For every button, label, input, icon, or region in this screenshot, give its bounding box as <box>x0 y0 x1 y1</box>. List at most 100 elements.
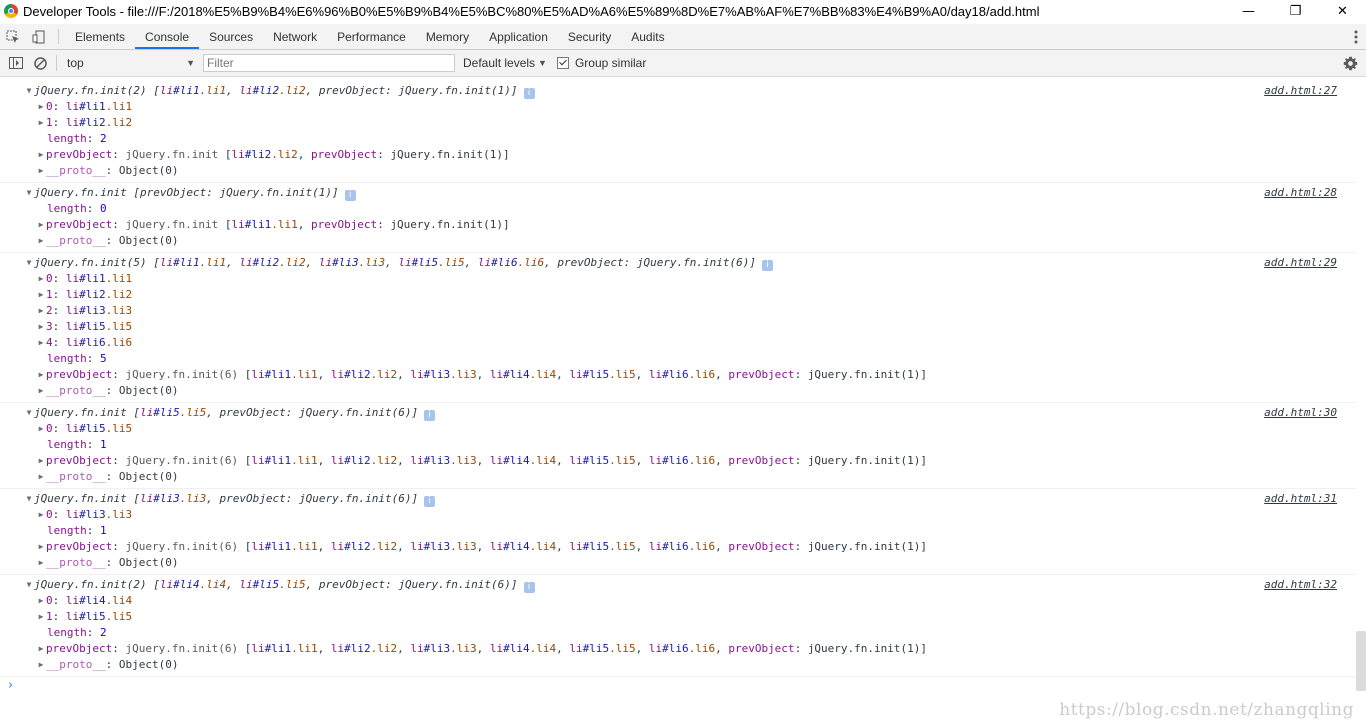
expand-triangle-icon[interactable]: ▶ <box>36 469 46 485</box>
info-icon[interactable]: i <box>523 582 535 593</box>
expand-triangle-icon[interactable]: ▶ <box>36 335 46 351</box>
info-icon[interactable]: i <box>523 88 535 99</box>
source-link[interactable]: add.html:30 <box>1264 405 1337 421</box>
property-row[interactable]: ▶ __proto__: Object(0) <box>0 383 1356 399</box>
source-link[interactable]: add.html:32 <box>1264 577 1337 593</box>
property-row[interactable]: ▶ 0: li#li5.li5 <box>0 421 1356 437</box>
kebab-menu-icon[interactable] <box>1354 24 1358 49</box>
info-icon[interactable]: i <box>424 496 436 507</box>
expand-triangle-icon[interactable]: ▶ <box>36 217 46 233</box>
context-selector[interactable]: top ▼ <box>63 53 199 73</box>
expand-triangle-icon[interactable]: ▶ <box>36 383 46 399</box>
tab-audits[interactable]: Audits <box>621 24 674 49</box>
expand-triangle-icon[interactable]: ▶ <box>36 303 46 319</box>
property-row[interactable]: ▶ __proto__: Object(0) <box>0 555 1356 571</box>
expand-triangle-icon[interactable]: ▶ <box>36 147 46 163</box>
group-similar-checkbox[interactable] <box>556 57 569 69</box>
console-sidebar-icon[interactable] <box>4 50 28 76</box>
property-row[interactable]: ▶ 1: li#li5.li5 <box>0 609 1356 625</box>
minimize-button[interactable]: — <box>1225 0 1272 22</box>
expand-triangle-icon[interactable]: ▼ <box>24 405 34 421</box>
expand-triangle-icon[interactable]: ▶ <box>36 163 46 179</box>
property-row[interactable]: ▶ prevObject: jQuery.fn.init(6) [li#li1.l… <box>0 539 1356 555</box>
tab-sources[interactable]: Sources <box>199 24 263 49</box>
property-row[interactable]: ▶ 0: li#li4.li4 <box>0 593 1356 609</box>
property-row[interactable]: ▶ 0: li#li3.li3 <box>0 507 1356 523</box>
expand-triangle-icon[interactable]: ▼ <box>24 255 34 271</box>
log-levels-dropdown[interactable]: Default levels ▼ <box>463 56 547 70</box>
property-value: jQuery.fn.init(6) [li#li1.li1, li#li2.li… <box>125 642 928 655</box>
expand-triangle-icon[interactable]: ▶ <box>36 609 46 625</box>
property-row[interactable]: ▶ __proto__: Object(0) <box>0 469 1356 485</box>
expand-triangle-icon[interactable]: ▶ <box>36 555 46 571</box>
source-link[interactable]: add.html:29 <box>1264 255 1337 271</box>
tab-security[interactable]: Security <box>558 24 621 49</box>
tab-network[interactable]: Network <box>263 24 327 49</box>
source-link[interactable]: add.html:31 <box>1264 491 1337 507</box>
expand-triangle-icon[interactable]: ▶ <box>36 287 46 303</box>
expand-triangle-icon[interactable]: ▼ <box>24 577 34 593</box>
source-link[interactable]: add.html:28 <box>1264 185 1337 201</box>
property-row[interactable]: ▶ 0: li#li1.li1 <box>0 99 1356 115</box>
group-similar-toggle[interactable]: Group similar <box>556 56 647 70</box>
tab-application[interactable]: Application <box>479 24 558 49</box>
property-key: prevObject <box>46 642 113 655</box>
message-header[interactable]: ▼ jQuery.fn.init(2) [li#li1.li1, li#li2.l… <box>0 83 1356 99</box>
console-prompt[interactable]: › <box>0 677 1356 695</box>
expand-triangle-icon[interactable]: ▶ <box>36 641 46 657</box>
property-row[interactable]: ▶ __proto__: Object(0) <box>0 233 1356 249</box>
property-row[interactable]: ▶ 2: li#li3.li3 <box>0 303 1356 319</box>
property-row[interactable]: ▶ 3: li#li5.li5 <box>0 319 1356 335</box>
message-header[interactable]: ▼ jQuery.fn.init(5) [li#li1.li1, li#li2.l… <box>0 255 1356 271</box>
tab-elements[interactable]: Elements <box>65 24 135 49</box>
info-icon[interactable]: i <box>762 260 774 271</box>
property-row[interactable]: ▶ __proto__: Object(0) <box>0 163 1356 179</box>
expand-triangle-icon[interactable]: ▼ <box>24 491 34 507</box>
expand-triangle-icon[interactable]: ▼ <box>24 185 34 201</box>
message-header[interactable]: ▼ jQuery.fn.init [prevObject: jQuery.fn.i… <box>0 185 1356 201</box>
expand-triangle-icon[interactable]: ▶ <box>36 657 46 673</box>
expand-triangle-icon[interactable]: ▶ <box>36 99 46 115</box>
property-row[interactable]: ▶ prevObject: jQuery.fn.init [li#li2.li2,… <box>0 147 1356 163</box>
group-similar-label: Group similar <box>574 56 647 70</box>
property-row[interactable]: ▶ 1: li#li2.li2 <box>0 287 1356 303</box>
scrollbar-thumb[interactable] <box>1356 631 1366 691</box>
property-row[interactable]: ▶ __proto__: Object(0) <box>0 657 1356 673</box>
property-key: __proto__ <box>46 658 106 671</box>
expand-triangle-icon[interactable]: ▶ <box>36 539 46 555</box>
expand-triangle-icon[interactable]: ▶ <box>36 233 46 249</box>
expand-triangle-icon[interactable]: ▼ <box>24 83 34 99</box>
property-row[interactable]: ▶ 0: li#li1.li1 <box>0 271 1356 287</box>
expand-triangle-icon[interactable]: ▶ <box>36 367 46 383</box>
tab-performance[interactable]: Performance <box>327 24 416 49</box>
info-icon[interactable]: i <box>344 190 356 201</box>
expand-triangle-icon[interactable]: ▶ <box>36 453 46 469</box>
inspect-element-icon[interactable] <box>0 24 26 49</box>
clear-console-icon[interactable] <box>28 50 52 76</box>
tab-console[interactable]: Console <box>135 24 200 49</box>
expand-triangle-icon[interactable]: ▶ <box>36 319 46 335</box>
property-row[interactable]: ▶ prevObject: jQuery.fn.init(6) [li#li1.l… <box>0 641 1356 657</box>
property-row[interactable]: ▶ prevObject: jQuery.fn.init [li#li1.li1,… <box>0 217 1356 233</box>
info-icon[interactable]: i <box>424 410 436 421</box>
gear-icon[interactable] <box>1343 50 1358 76</box>
device-toolbar-icon[interactable] <box>26 24 52 49</box>
property-row[interactable]: ▶ prevObject: jQuery.fn.init(6) [li#li1.l… <box>0 367 1356 383</box>
expand-triangle-icon[interactable]: ▶ <box>36 271 46 287</box>
expand-triangle-icon[interactable]: ▶ <box>36 593 46 609</box>
property-row[interactable]: ▶ prevObject: jQuery.fn.init(6) [li#li1.l… <box>0 453 1356 469</box>
tab-divider <box>58 29 59 44</box>
filter-input[interactable] <box>203 54 455 72</box>
property-row[interactable]: ▶ 1: li#li2.li2 <box>0 115 1356 131</box>
source-link[interactable]: add.html:27 <box>1264 83 1337 99</box>
property-row[interactable]: ▶ 4: li#li6.li6 <box>0 335 1356 351</box>
expand-triangle-icon[interactable]: ▶ <box>36 421 46 437</box>
close-button[interactable]: ✕ <box>1319 0 1366 22</box>
expand-triangle-icon[interactable]: ▶ <box>36 115 46 131</box>
message-header[interactable]: ▼ jQuery.fn.init [li#li5.li5, prevObject:… <box>0 405 1356 421</box>
restore-button[interactable]: ❐ <box>1272 0 1319 22</box>
tab-memory[interactable]: Memory <box>416 24 479 49</box>
message-header[interactable]: ▼ jQuery.fn.init(2) [li#li4.li4, li#li5.l… <box>0 577 1356 593</box>
message-header[interactable]: ▼ jQuery.fn.init [li#li3.li3, prevObject:… <box>0 491 1356 507</box>
expand-triangle-icon[interactable]: ▶ <box>36 507 46 523</box>
